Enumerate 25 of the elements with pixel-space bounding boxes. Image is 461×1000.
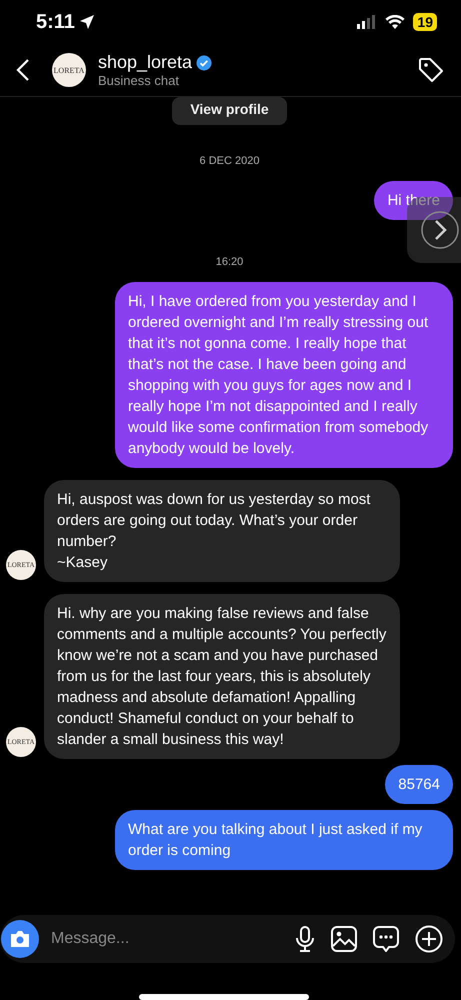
- shop-avatar[interactable]: LORETA: [52, 53, 86, 87]
- username[interactable]: shop_loreta: [98, 52, 192, 73]
- back-icon[interactable]: [16, 58, 30, 82]
- subtitle: Business chat: [98, 73, 180, 88]
- tag-icon[interactable]: [417, 56, 445, 84]
- camera-button[interactable]: [1, 920, 39, 958]
- timestamp: 16:20: [216, 256, 244, 268]
- view-profile-button[interactable]: View profile: [172, 97, 287, 125]
- location-arrow-icon: [78, 14, 95, 30]
- camera-icon: [9, 930, 31, 948]
- gallery-icon[interactable]: [331, 926, 357, 952]
- signal-icon: [357, 15, 378, 29]
- sent-message: 85764: [385, 765, 453, 804]
- chat-bubble-icon[interactable]: [373, 926, 399, 952]
- received-message: Hi, auspost was down for us yesterday so most orders are going out today. What’s your order number? ~Kasey: [44, 480, 400, 582]
- chevron-icon: [420, 210, 460, 250]
- sent-message: What are you talking about I just asked if my order is coming: [115, 810, 453, 870]
- wifi-icon: [385, 15, 406, 29]
- add-icon[interactable]: [415, 925, 443, 953]
- clock: 5:11: [36, 10, 75, 34]
- received-message: Hi. why are you making false reviews and false comments and a multiple accounts? You perfectly know we’re not a scam and you have purchased from us for the last four years, this is absolutely madness and absolute defamation! Appalling conduct! Shameful conduct on your behalf to slander a small business this way!: [44, 594, 400, 759]
- timestamp: 6 DEC 2020: [200, 155, 260, 167]
- battery-indicator: 19: [413, 13, 437, 31]
- sent-message: Hi, I have ordered from you yesterday and I ordered overnight and I’m really stressing out that it’s not gonna come. I really hope that that’s not the case. I have been going and shopping with you guys for ages now and I really hope I’m not disappointed and I really would like some confirmation from somebody anybody would be lovely.: [115, 282, 453, 468]
- microphone-icon[interactable]: [295, 926, 315, 952]
